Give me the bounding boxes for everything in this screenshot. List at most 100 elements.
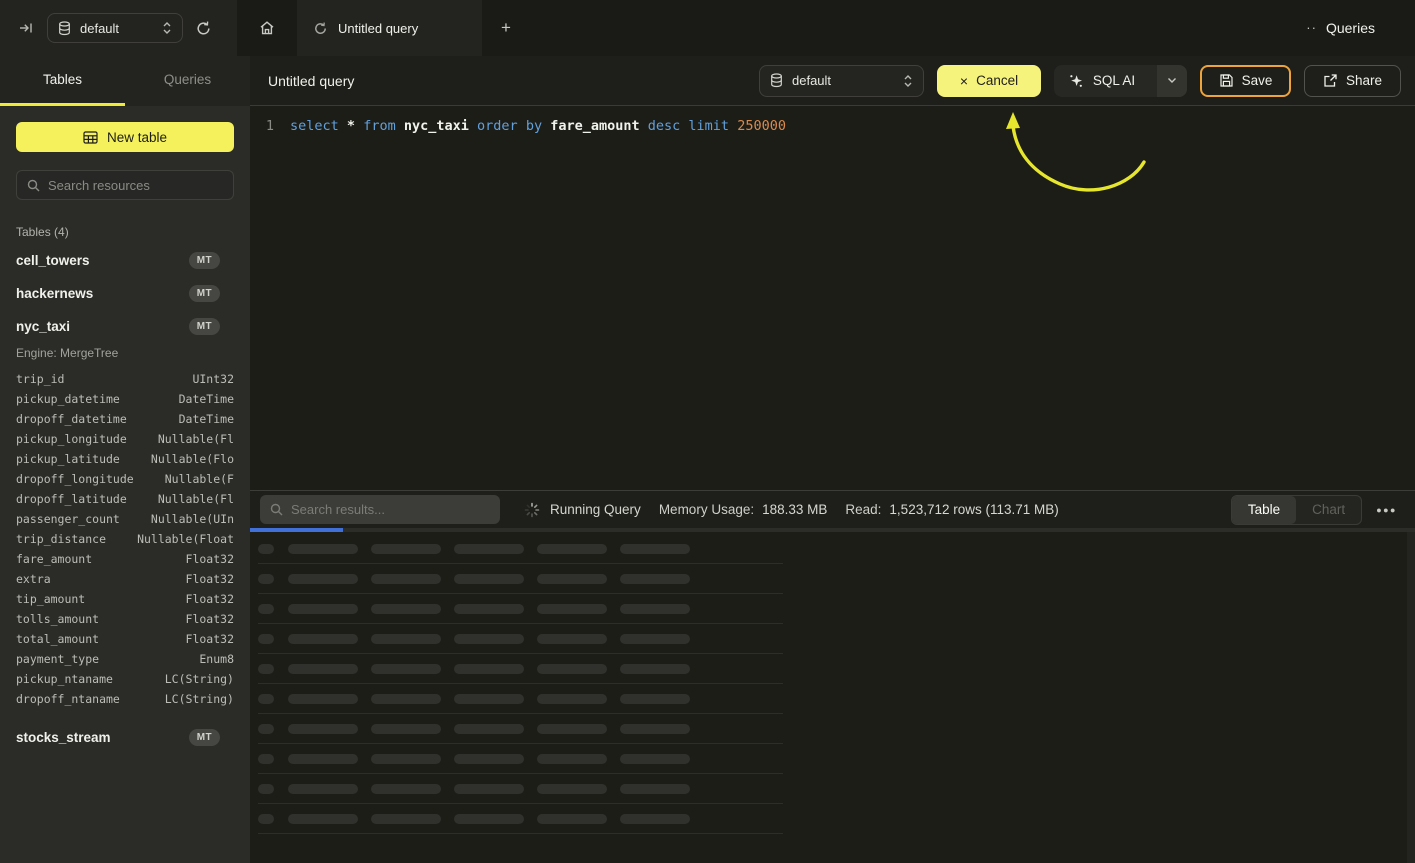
sidebar-tab-tables[interactable]: Tables bbox=[0, 56, 125, 106]
skeleton-cell bbox=[454, 724, 524, 734]
column-name: dropoff_latitude bbox=[16, 492, 127, 506]
skeleton-cell bbox=[371, 694, 441, 704]
results-toolbar-right: Table Chart ●●● bbox=[1231, 495, 1405, 525]
table-name: cell_towers bbox=[16, 253, 90, 268]
skeleton-cell bbox=[454, 754, 524, 764]
cancel-button[interactable]: × Cancel bbox=[937, 65, 1041, 97]
app-window: default bbox=[0, 0, 1415, 863]
skeleton-row bbox=[258, 804, 783, 834]
column-type: Nullable(UIn bbox=[151, 512, 234, 526]
search-icon bbox=[270, 503, 283, 516]
view-toggle-chart[interactable]: Chart bbox=[1296, 496, 1361, 524]
skeleton-cell bbox=[288, 574, 358, 584]
results-search[interactable] bbox=[260, 495, 500, 524]
skeleton-row bbox=[258, 624, 783, 654]
queries-link-label: Queries bbox=[1326, 20, 1375, 36]
tables-section-label: Tables (4) bbox=[16, 225, 234, 239]
save-label: Save bbox=[1242, 73, 1273, 88]
column-name: pickup_longitude bbox=[16, 432, 127, 446]
sql-ai-main[interactable]: SQL AI bbox=[1054, 65, 1149, 97]
skeleton-cell bbox=[454, 634, 524, 644]
more-options-button[interactable]: ●●● bbox=[1376, 505, 1397, 515]
skeleton-row bbox=[258, 654, 783, 684]
column-name: dropoff_ntaname bbox=[16, 692, 120, 706]
column-type: Float32 bbox=[186, 572, 234, 586]
sql-editor[interactable]: 1 select * from nyc_taxi order by fare_a… bbox=[250, 106, 1415, 490]
collapse-sidebar-button[interactable] bbox=[18, 20, 34, 36]
new-table-button[interactable]: New table bbox=[16, 122, 234, 152]
code-line[interactable]: 1 select * from nyc_taxi order by fare_a… bbox=[250, 118, 1415, 134]
column-row: dropoff_longitudeNullable(F bbox=[16, 469, 234, 489]
table-item-nyc-taxi[interactable]: nyc_taxi MT bbox=[16, 310, 234, 343]
chevron-updown-icon bbox=[162, 21, 172, 35]
skeleton-cell bbox=[537, 814, 607, 824]
skeleton-cell bbox=[288, 544, 358, 554]
engine-badge: MT bbox=[189, 318, 220, 335]
column-row: dropoff_ntanameLC(String) bbox=[16, 689, 234, 709]
skeleton-cell bbox=[371, 664, 441, 674]
column-name: trip_id bbox=[16, 372, 64, 386]
sql-ai-dropdown[interactable] bbox=[1157, 65, 1187, 97]
sidebar-body: New table Tables (4) cell_towers MT bbox=[0, 106, 250, 863]
skeleton-cell bbox=[537, 784, 607, 794]
share-icon bbox=[1323, 73, 1338, 88]
column-type: Nullable(Fl bbox=[158, 492, 234, 506]
database-icon bbox=[58, 21, 71, 36]
skeleton-row bbox=[258, 564, 783, 594]
skeleton-cell bbox=[620, 784, 690, 794]
refresh-button[interactable] bbox=[195, 20, 212, 37]
chevron-updown-icon bbox=[903, 74, 913, 88]
table-item-cell-towers[interactable]: cell_towers MT bbox=[16, 244, 234, 277]
database-selector[interactable]: default bbox=[47, 13, 183, 43]
query-toolbar: Untitled query default bbox=[250, 56, 1415, 106]
skeleton-cell bbox=[371, 604, 441, 614]
column-type: Enum8 bbox=[199, 652, 234, 666]
results-search-input[interactable] bbox=[291, 502, 490, 517]
skeleton-cell bbox=[620, 604, 690, 614]
resource-search-input[interactable] bbox=[48, 178, 223, 193]
skeleton-cell bbox=[288, 814, 358, 824]
sidebar-tabs: Tables Queries bbox=[0, 56, 250, 106]
skeleton-cell bbox=[371, 814, 441, 824]
column-row: tolls_amountFloat32 bbox=[16, 609, 234, 629]
view-toggle-table[interactable]: Table bbox=[1232, 496, 1296, 524]
skeleton-cell bbox=[258, 814, 274, 824]
sql-ai-button[interactable]: SQL AI bbox=[1054, 65, 1187, 97]
vertical-scrollbar[interactable] bbox=[1407, 532, 1415, 863]
skeleton-cell bbox=[288, 604, 358, 614]
query-toolbar-actions: default × Cancel bbox=[759, 65, 1401, 97]
column-row: pickup_longitude Nullable(Fl bbox=[16, 429, 234, 449]
queries-link[interactable]: ·· Queries bbox=[1306, 0, 1375, 56]
skeleton-cell bbox=[454, 814, 524, 824]
table-list: cell_towers MT hackernews MT nyc_taxi MT… bbox=[16, 244, 234, 754]
share-button[interactable]: Share bbox=[1304, 65, 1401, 97]
skeleton-cell bbox=[537, 574, 607, 584]
queries-dots-icon: ·· bbox=[1306, 24, 1317, 32]
column-name: fare_amount bbox=[16, 552, 92, 566]
column-type: Nullable(Fl bbox=[158, 432, 234, 446]
column-name: payment_type bbox=[16, 652, 99, 666]
line-number: 1 bbox=[250, 118, 274, 134]
table-item-hackernews[interactable]: hackernews MT bbox=[16, 277, 234, 310]
skeleton-cell bbox=[258, 754, 274, 764]
column-row: pickup_ntanameLC(String) bbox=[16, 669, 234, 689]
skeleton-cell bbox=[454, 574, 524, 584]
sidebar-tab-queries[interactable]: Queries bbox=[125, 56, 250, 106]
results-area bbox=[250, 532, 1415, 863]
skeleton-row bbox=[258, 594, 783, 624]
table-item-stocks-stream[interactable]: stocks_stream MT bbox=[16, 721, 234, 754]
save-button[interactable]: Save bbox=[1200, 65, 1291, 97]
column-name: trip_distance bbox=[16, 532, 106, 546]
query-database-selector[interactable]: default bbox=[759, 65, 924, 97]
cancel-label: Cancel bbox=[976, 73, 1018, 88]
new-tab-button[interactable]: + bbox=[482, 0, 530, 56]
results-toolbar: Running Query Memory Usage: 188.33 MB Re… bbox=[250, 490, 1415, 528]
column-row: payment_type Enum8 bbox=[16, 649, 234, 669]
tab-untitled-query[interactable]: Untitled query bbox=[297, 0, 482, 56]
skeleton-cell bbox=[620, 754, 690, 764]
home-button[interactable] bbox=[237, 0, 297, 56]
skeleton-row bbox=[258, 774, 783, 804]
skeleton-cell bbox=[258, 694, 274, 704]
column-name: pickup_latitude bbox=[16, 452, 120, 466]
resource-search[interactable] bbox=[16, 170, 234, 200]
